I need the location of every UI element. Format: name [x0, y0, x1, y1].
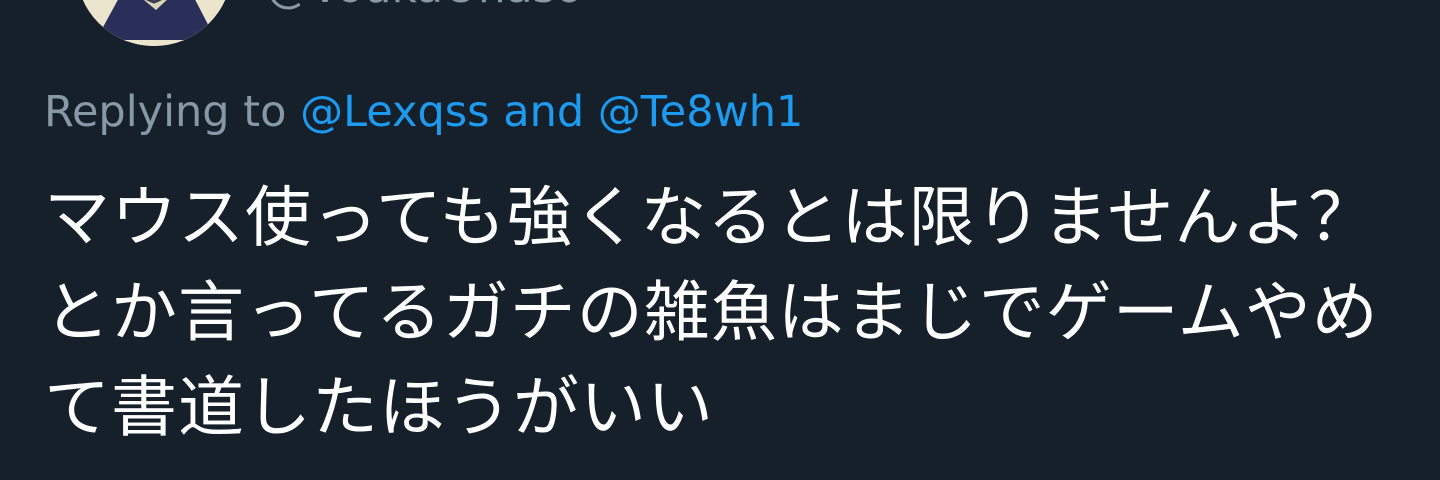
tweet-text: マウス使っても強くなるとは限りませんよ？とか言ってるガチの雑魚はまじでゲームやめ… — [44, 179, 1379, 446]
mention-conjunction[interactable]: and — [503, 87, 584, 137]
user-avatar-icon — [76, 0, 232, 46]
mention-lexqss[interactable]: @Lexqss — [300, 87, 489, 137]
mention-te8wh1[interactable]: @Te8wh1 — [598, 87, 804, 137]
replying-to-line: Replying to @Lexqss and @Te8wh1 — [44, 84, 803, 140]
avatar[interactable] — [76, 0, 232, 46]
author-handle[interactable]: @VodkaOhaso — [266, 0, 583, 14]
replying-to-label: Replying to — [44, 87, 287, 137]
